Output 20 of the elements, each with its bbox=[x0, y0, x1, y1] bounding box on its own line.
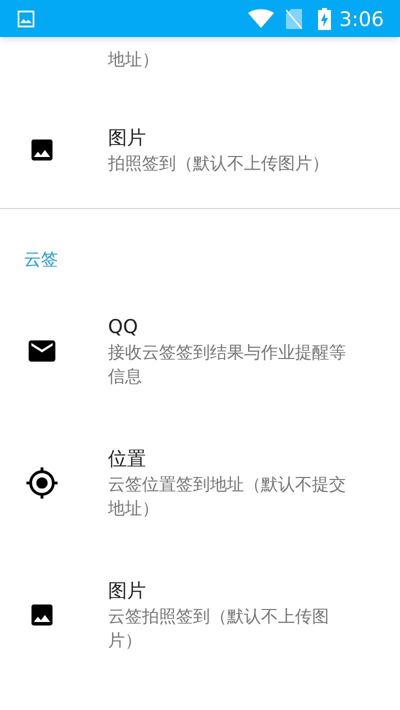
setting-item[interactable]: 位置 云签位置签到地址（默认不提交地址） bbox=[0, 417, 400, 549]
setting-description: 云签位置签到地址（默认不提交地址） bbox=[108, 474, 347, 521]
setting-description: 地址） bbox=[108, 49, 160, 72]
setting-title: QQ bbox=[108, 315, 139, 340]
wifi-icon bbox=[248, 8, 274, 28]
clock: 3:06 bbox=[339, 6, 384, 32]
setting-title: 位置 bbox=[108, 447, 147, 472]
image-icon bbox=[16, 8, 36, 28]
setting-description: 拍照签到（默认不上传图片） bbox=[108, 153, 330, 176]
setting-title: 图片 bbox=[108, 126, 147, 151]
section-header: 云签 bbox=[24, 249, 59, 272]
setting-description: 云签拍照签到（默认不上传图片） bbox=[108, 606, 330, 653]
setting-item[interactable]: 图片 拍照签到（默认不上传图片） bbox=[0, 96, 400, 204]
setting-item[interactable]: QQ 接收云签签到结果与作业提醒等信息 bbox=[0, 285, 400, 417]
setting-title: 图片 bbox=[108, 579, 147, 604]
setting-item[interactable]: 图片 云签拍照签到（默认不上传图片） bbox=[0, 549, 400, 681]
no-sim-icon bbox=[286, 8, 302, 28]
battery-charging-icon bbox=[318, 8, 332, 30]
setting-description: 接收云签签到结果与作业提醒等信息 bbox=[108, 342, 347, 389]
crosshair-icon bbox=[25, 466, 59, 500]
